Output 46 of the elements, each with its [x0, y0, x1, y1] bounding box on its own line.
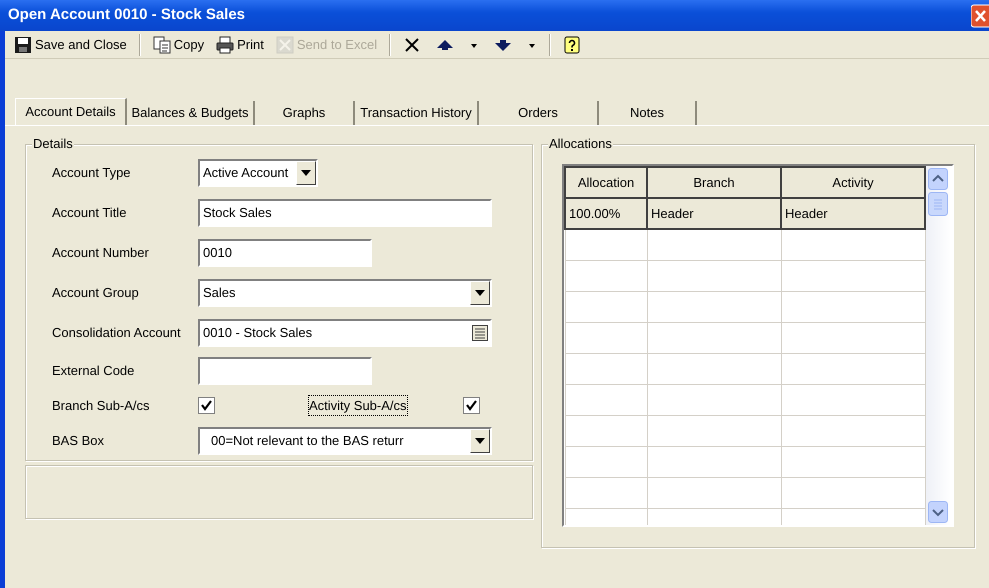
save-icon — [14, 36, 32, 54]
copy-icon — [152, 36, 171, 54]
caret-icon[interactable] — [301, 170, 311, 176]
tab[interactable]: Transaction History — [355, 101, 479, 125]
caret-icon[interactable] — [475, 290, 485, 296]
window-title: Open Account 0010 - Stock Sales — [8, 5, 246, 26]
table-cell: Header — [647, 198, 781, 229]
checkbox[interactable] — [463, 397, 480, 414]
list-icon[interactable] — [472, 325, 488, 341]
text-field[interactable] — [198, 356, 372, 384]
table-cell: 100.00% — [565, 198, 647, 229]
field-label: Account Title — [51, 204, 128, 222]
dropdown[interactable]: Active Account — [198, 159, 318, 187]
field-label: Account Type — [51, 164, 132, 182]
tab[interactable]: Graphs — [255, 101, 355, 125]
checkbox-label: Activity Sub-A/cs — [309, 396, 407, 416]
column-header[interactable]: Branch — [647, 167, 781, 198]
field-label: External Code — [51, 362, 136, 380]
lookup-field[interactable]: 0010 - Stock Sales — [198, 319, 492, 347]
table-cell: Header — [781, 198, 925, 229]
scroll-down-icon[interactable] — [928, 501, 948, 523]
toolbar-button[interactable]: Save and Close — [9, 32, 132, 56]
printer-icon — [216, 36, 234, 54]
column-header[interactable]: Activity — [781, 167, 925, 198]
dropdown[interactable]: Sales — [198, 279, 492, 307]
field-label: Account Group — [51, 284, 140, 302]
scroll-thumb[interactable] — [928, 192, 948, 216]
text-field[interactable]: Stock Sales — [198, 199, 492, 227]
toolbar-button[interactable]: Print — [211, 32, 269, 56]
field-label: BAS Box — [51, 432, 106, 450]
field-label: Consolidation Account — [51, 324, 182, 342]
caret-icon[interactable] — [475, 438, 485, 444]
scroll-up-icon[interactable] — [928, 168, 948, 190]
checkbox-label: Branch Sub-A/cs — [51, 396, 151, 415]
checkbox[interactable] — [198, 397, 215, 414]
tab[interactable]: Account Details — [15, 98, 127, 125]
close-icon[interactable] — [971, 4, 989, 28]
text-field[interactable]: 0010 — [198, 239, 372, 267]
column-header[interactable]: Allocation — [565, 167, 647, 198]
dropdown[interactable]: 00=Not relevant to the BAS returr — [198, 426, 492, 454]
spreadsheet-icon — [276, 36, 294, 54]
tab[interactable]: Orders — [479, 101, 599, 125]
field-label: Account Number — [51, 244, 150, 262]
tab[interactable]: Notes — [599, 101, 697, 125]
tab[interactable]: Balances & Budgets — [127, 101, 255, 125]
toolbar-button[interactable]: Copy — [148, 32, 210, 56]
